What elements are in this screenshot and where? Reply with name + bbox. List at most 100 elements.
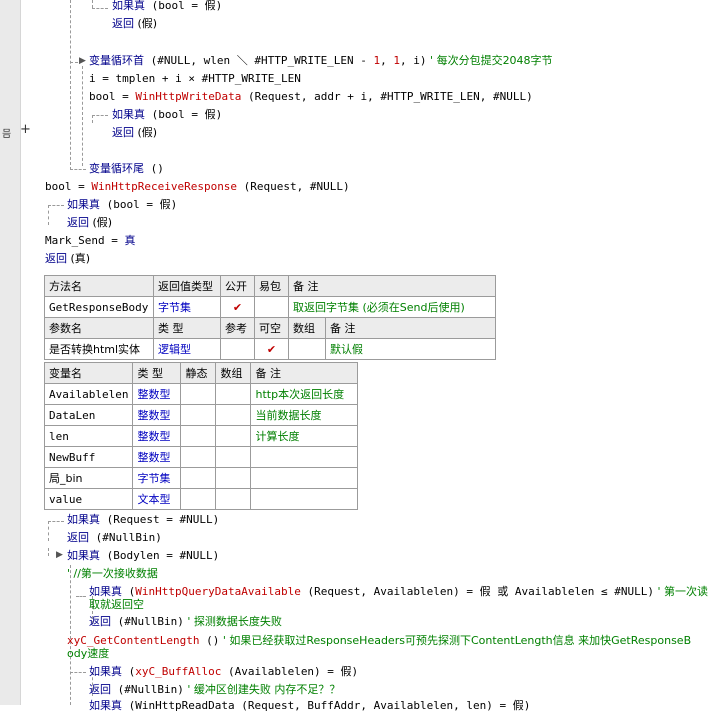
code-line[interactable]: 如果真 (WinHttpReadData (Request, BuffAddr,…: [89, 697, 530, 715]
var-type-cell[interactable]: 整数型: [132, 446, 182, 468]
code-line[interactable]: 返回 (假): [112, 124, 157, 142]
code-line[interactable]: 如果真 (bool = 假): [112, 0, 222, 15]
code-text: (Bodylen = #NULL): [100, 549, 220, 562]
var-remark-cell[interactable]: [250, 446, 359, 468]
table-row[interactable]: 局_bin 字节集: [43, 467, 359, 489]
var-type-cell[interactable]: 整数型: [132, 425, 182, 447]
package-cell[interactable]: [254, 296, 289, 318]
remark-cell[interactable]: 取返回字节集 (必须在Send后使用): [288, 296, 496, 318]
branch-arrow-icon: ▶: [56, 550, 63, 560]
code-line[interactable]: 返回 (假): [67, 214, 112, 232]
flow-line: [70, 672, 86, 673]
var-array-cell[interactable]: [215, 488, 252, 510]
var-array-cell[interactable]: [215, 404, 252, 426]
keyword: 返回: [67, 216, 89, 229]
code-line-wrap[interactable]: ody速度: [67, 645, 109, 663]
table-row[interactable]: DataLen 整数型 当前数据长度: [43, 404, 359, 426]
var-static-cell[interactable]: [180, 383, 217, 405]
method-name-cell[interactable]: GetResponseBody: [44, 296, 154, 318]
var-remark-cell[interactable]: 计算长度: [250, 425, 359, 447]
var-static-cell[interactable]: [180, 404, 217, 426]
var-name-cell[interactable]: 局_bin: [43, 467, 134, 489]
code-line[interactable]: bool = WinHttpReceiveResponse (Request, …: [45, 178, 350, 196]
var-remark-cell[interactable]: [250, 467, 359, 489]
table-header-row: 方法名 返回值类型 公开 易包 备 注: [44, 275, 496, 297]
code-line[interactable]: 变量循环尾 (): [89, 160, 164, 178]
flow-line: [70, 0, 71, 170]
table-row[interactable]: GetResponseBody 字节集 ✔ 取返回字节集 (必须在Send后使用…: [44, 296, 496, 318]
code-line[interactable]: Mark_Send = 真: [45, 232, 135, 250]
code-line[interactable]: 如果真 (xyC_BuffAlloc (Availablelen) = 假): [89, 663, 358, 681]
code-line[interactable]: 返回 (#NullBin): [67, 529, 162, 547]
var-type-cell[interactable]: 整数型: [132, 404, 182, 426]
code-text: (真): [67, 252, 91, 265]
code-text: (: [122, 665, 136, 678]
var-array-cell[interactable]: [215, 446, 252, 468]
code-line[interactable]: 返回 (#NullBin) ' 探测数据长度失败: [89, 613, 282, 631]
public-check-icon[interactable]: ✔: [220, 296, 255, 318]
code-text: (#NullBin): [89, 531, 162, 544]
var-remark-cell[interactable]: 当前数据长度: [250, 404, 359, 426]
param-name-cell[interactable]: 是否转换html实体: [44, 338, 154, 360]
var-array-cell[interactable]: [215, 425, 252, 447]
code-line[interactable]: 返回 (真): [45, 250, 90, 268]
table-row[interactable]: len 整数型 计算长度: [43, 425, 359, 447]
var-static-cell[interactable]: [180, 488, 217, 510]
code-line[interactable]: ' //第一次接收数据: [67, 565, 158, 583]
var-array-cell[interactable]: [215, 467, 252, 489]
keyword: 如果真: [89, 699, 122, 712]
code-line[interactable]: 如果真 (Bodylen = #NULL): [67, 547, 219, 565]
nullable-check-icon[interactable]: ✔: [254, 338, 289, 360]
var-static-cell[interactable]: [180, 425, 217, 447]
header-cell: 备 注: [288, 275, 496, 297]
param-array-cell[interactable]: [288, 338, 326, 360]
var-name-cell[interactable]: len: [43, 425, 134, 447]
code-line[interactable]: 如果真 (bool = 假): [112, 106, 222, 124]
flow-line: [76, 596, 86, 597]
function-name: WinHttpReceiveResponse: [91, 180, 238, 193]
variable-table: 变量名 类 型 静态 数组 备 注 Availablelen 整数型 http本次返…: [43, 362, 359, 510]
param-remark-cell[interactable]: 默认假: [325, 338, 496, 360]
header-cell: 变量名: [43, 362, 134, 384]
flow-line: [70, 62, 78, 63]
comment: ' 第一次读: [653, 585, 708, 598]
table-row[interactable]: NewBuff 整数型: [43, 446, 359, 468]
var-static-cell[interactable]: [180, 446, 217, 468]
code-line[interactable]: bool = WinHttpWriteData (Request, addr +…: [89, 88, 533, 106]
var-static-cell[interactable]: [180, 467, 217, 489]
code-line[interactable]: 如果真 (WinHttpQueryDataAvailable (Request,…: [89, 583, 708, 601]
table-row[interactable]: Availablelen 整数型 http本次返回长度: [43, 383, 359, 405]
var-type-cell[interactable]: 字节集: [132, 467, 182, 489]
var-name-cell[interactable]: DataLen: [43, 404, 134, 426]
param-ref-cell[interactable]: [220, 338, 255, 360]
table-row[interactable]: 是否转换html实体 逻辑型 ✔ 默认假: [44, 338, 496, 360]
var-name-cell[interactable]: value: [43, 488, 134, 510]
expand-plus-icon[interactable]: +: [20, 122, 31, 137]
var-type-cell[interactable]: 整数型: [132, 383, 182, 405]
code-line[interactable]: i = tmplen + i × #HTTP_WRITE_LEN: [89, 70, 301, 88]
param-type-cell[interactable]: 逻辑型: [153, 338, 221, 360]
table-row[interactable]: value 文本型: [43, 488, 359, 510]
var-name-cell[interactable]: NewBuff: [43, 446, 134, 468]
code-line[interactable]: 返回 (假): [112, 15, 157, 33]
var-type-cell[interactable]: 文本型: [132, 488, 182, 510]
header-cell: 易包: [254, 275, 289, 297]
keyword: 返回: [112, 126, 134, 139]
code-line[interactable]: 如果真 (Request = #NULL): [67, 511, 219, 529]
flow-line: [48, 205, 64, 206]
code-text: (#NullBin): [111, 615, 184, 628]
code-text: bool =: [89, 90, 136, 103]
code-line[interactable]: 如果真 (bool = 假): [67, 196, 177, 214]
code-text: i = tmplen + i × #HTTP_WRITE_LEN: [89, 72, 301, 85]
var-array-cell[interactable]: [215, 383, 252, 405]
code-line-wrap[interactable]: 取就返回空: [89, 596, 144, 614]
fold-marker-icon[interactable]: 믐: [2, 125, 11, 140]
code-line[interactable]: 变量循环首 (#NULL, wlen ＼ #HTTP_WRITE_LEN - 1…: [89, 52, 553, 70]
var-name-cell[interactable]: Availablelen: [43, 383, 134, 405]
keyword: 如果真: [67, 198, 100, 211]
return-type-cell[interactable]: 字节集: [153, 296, 221, 318]
code-line[interactable]: xyC_GetContentLength () ' 如果已经获取过Respons…: [67, 632, 691, 650]
var-remark-cell[interactable]: http本次返回长度: [250, 383, 359, 405]
flow-line: [82, 66, 83, 166]
var-remark-cell[interactable]: [250, 488, 359, 510]
